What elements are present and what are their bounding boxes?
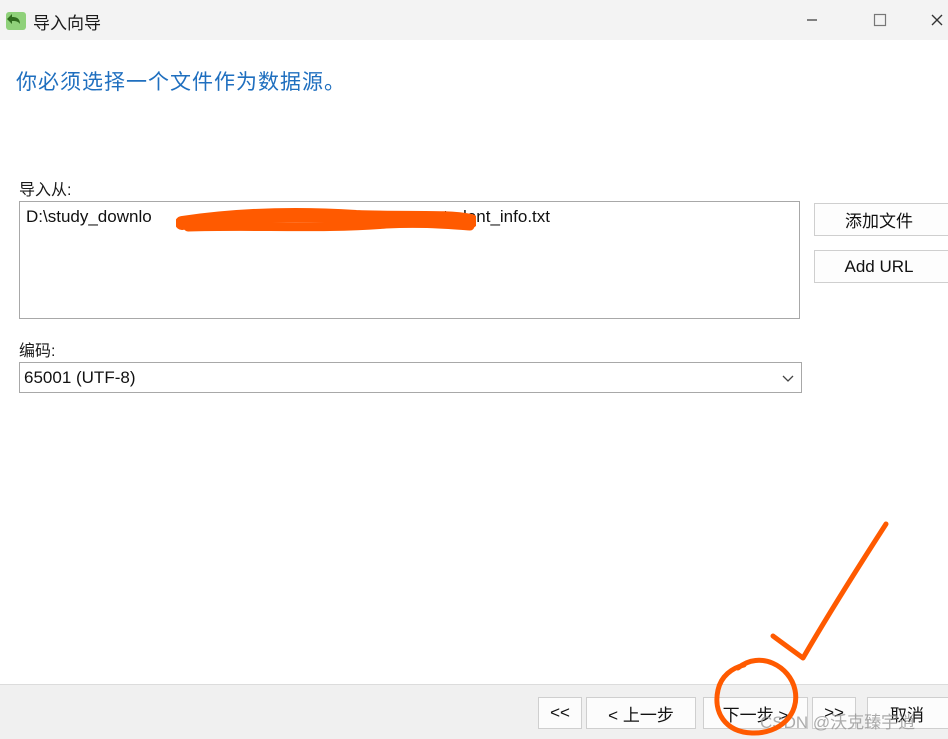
add-url-button[interactable]: Add URL — [814, 250, 948, 283]
import-wizard-icon — [6, 12, 26, 30]
file-list[interactable]: D:\study_downlo student_info.txt — [19, 201, 800, 319]
first-step-button[interactable]: << — [538, 697, 582, 729]
encoding-select[interactable]: 65001 (UTF-8) — [19, 362, 802, 393]
import-from-label: 导入从: — [19, 182, 72, 199]
previous-step-button[interactable]: < 上一步 — [586, 697, 696, 729]
title-bar: 导入向导 — [0, 0, 948, 40]
file-path-start: D:\study_downlo — [26, 207, 152, 226]
file-path-end: student_info.txt — [434, 207, 550, 226]
minimize-icon[interactable] — [792, 0, 832, 40]
add-file-button[interactable]: 添加文件 — [814, 203, 948, 236]
file-list-item[interactable]: D:\study_downlo student_info.txt — [26, 207, 550, 232]
page-heading: 你必须选择一个文件作为数据源。 — [16, 71, 346, 94]
window-title: 导入向导 — [33, 14, 101, 33]
encoding-label: 编码: — [19, 343, 56, 360]
close-icon[interactable] — [930, 0, 948, 40]
maximize-icon[interactable] — [860, 0, 900, 40]
chevron-down-icon — [782, 375, 794, 382]
encoding-value: 65001 (UTF-8) — [24, 368, 136, 387]
redaction-mark — [176, 208, 476, 232]
watermark: CSDN @沃克臻宇逍 — [760, 713, 916, 732]
